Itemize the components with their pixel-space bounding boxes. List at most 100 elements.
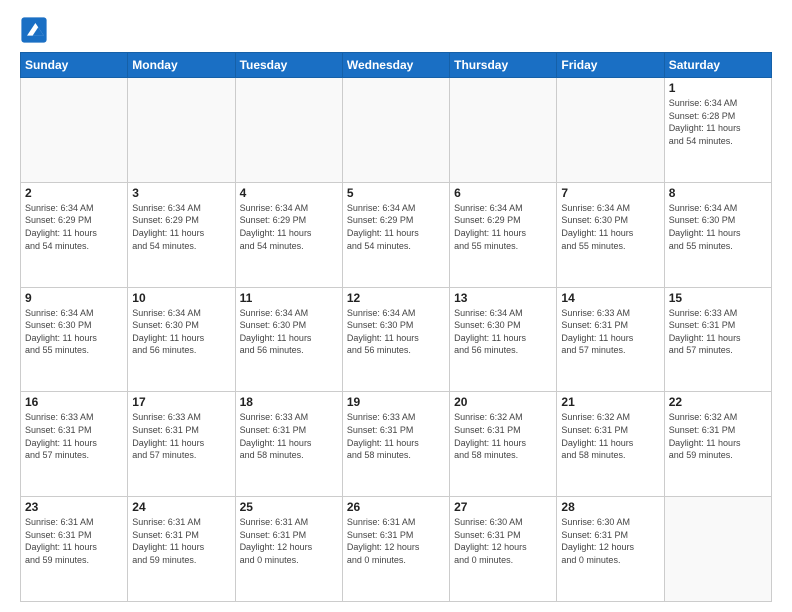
- day-number: 15: [669, 291, 767, 305]
- day-info: Sunrise: 6:33 AM Sunset: 6:31 PM Dayligh…: [347, 411, 445, 461]
- day-number: 18: [240, 395, 338, 409]
- calendar-cell: 5 Sunrise: 6:34 AM Sunset: 6:29 PM Daylig…: [342, 182, 449, 287]
- calendar-cell: 16Sunrise: 6:33 AM Sunset: 6:31 PM Dayli…: [21, 392, 128, 497]
- day-number: 10: [132, 291, 230, 305]
- calendar-cell: 21Sunrise: 6:32 AM Sunset: 6:31 PM Dayli…: [557, 392, 664, 497]
- calendar-cell: 10 Sunrise: 6:34 AM Sunset: 6:30 PM Dayli…: [128, 287, 235, 392]
- calendar-table: SundayMondayTuesdayWednesdayThursdayFrid…: [20, 52, 772, 602]
- calendar-cell: 27 Sunrise: 6:30 AM Sunset: 6:31 PM Dayli…: [450, 497, 557, 602]
- calendar-cell: 18 Sunrise: 6:33 AM Sunset: 6:31 PM Dayli…: [235, 392, 342, 497]
- calendar-cell: 23 Sunrise: 6:31 AM Sunset: 6:31 PM Dayli…: [21, 497, 128, 602]
- day-number: 17: [132, 395, 230, 409]
- calendar-cell: 7 Sunrise: 6:34 AM Sunset: 6:30 PM Daylig…: [557, 182, 664, 287]
- calendar-cell: 4 Sunrise: 6:34 AM Sunset: 6:29 PM Daylig…: [235, 182, 342, 287]
- calendar-cell: 25Sunrise: 6:31 AM Sunset: 6:31 PM Dayli…: [235, 497, 342, 602]
- weekday-header-friday: Friday: [557, 53, 664, 78]
- logo-icon: [20, 16, 48, 44]
- day-number: 23: [25, 500, 123, 514]
- day-number: 24: [132, 500, 230, 514]
- weekday-header-tuesday: Tuesday: [235, 53, 342, 78]
- day-info: Sunrise: 6:33 AM Sunset: 6:31 PM Dayligh…: [25, 411, 123, 461]
- day-number: 26: [347, 500, 445, 514]
- calendar-cell: 28Sunrise: 6:30 AM Sunset: 6:31 PM Dayli…: [557, 497, 664, 602]
- calendar-cell: 3 Sunrise: 6:34 AM Sunset: 6:29 PM Daylig…: [128, 182, 235, 287]
- day-info: Sunrise: 6:32 AM Sunset: 6:31 PM Dayligh…: [454, 411, 552, 461]
- calendar-cell: 13 Sunrise: 6:34 AM Sunset: 6:30 PM Dayli…: [450, 287, 557, 392]
- day-number: 1: [669, 81, 767, 95]
- calendar-week-2: 2 Sunrise: 6:34 AM Sunset: 6:29 PM Daylig…: [21, 182, 772, 287]
- weekday-header-wednesday: Wednesday: [342, 53, 449, 78]
- calendar-cell: [664, 497, 771, 602]
- day-info: Sunrise: 6:32 AM Sunset: 6:31 PM Dayligh…: [669, 411, 767, 461]
- day-number: 7: [561, 186, 659, 200]
- calendar-cell: 14 Sunrise: 6:33 AM Sunset: 6:31 PM Dayli…: [557, 287, 664, 392]
- day-number: 13: [454, 291, 552, 305]
- calendar-week-3: 9 Sunrise: 6:34 AM Sunset: 6:30 PM Daylig…: [21, 287, 772, 392]
- day-number: 19: [347, 395, 445, 409]
- day-info: Sunrise: 6:30 AM Sunset: 6:31 PM Dayligh…: [454, 516, 552, 566]
- day-number: 20: [454, 395, 552, 409]
- calendar-cell: [342, 78, 449, 183]
- day-number: 6: [454, 186, 552, 200]
- calendar-cell: [450, 78, 557, 183]
- day-number: 14: [561, 291, 659, 305]
- calendar-cell: 20 Sunrise: 6:32 AM Sunset: 6:31 PM Dayli…: [450, 392, 557, 497]
- day-info: Sunrise: 6:33 AM Sunset: 6:31 PM Dayligh…: [132, 411, 230, 461]
- calendar-header-row: SundayMondayTuesdayWednesdayThursdayFrid…: [21, 53, 772, 78]
- logo: [20, 16, 52, 44]
- calendar-cell: 2Sunrise: 6:34 AM Sunset: 6:29 PM Daylig…: [21, 182, 128, 287]
- day-info: Sunrise: 6:34 AM Sunset: 6:30 PM Dayligh…: [240, 307, 338, 357]
- weekday-header-monday: Monday: [128, 53, 235, 78]
- calendar-cell: [128, 78, 235, 183]
- day-number: 5: [347, 186, 445, 200]
- day-info: Sunrise: 6:34 AM Sunset: 6:30 PM Dayligh…: [454, 307, 552, 357]
- day-info: Sunrise: 6:34 AM Sunset: 6:29 PM Dayligh…: [347, 202, 445, 252]
- day-info: Sunrise: 6:33 AM Sunset: 6:31 PM Dayligh…: [240, 411, 338, 461]
- calendar-cell: 22 Sunrise: 6:32 AM Sunset: 6:31 PM Dayli…: [664, 392, 771, 497]
- day-number: 3: [132, 186, 230, 200]
- weekday-header-sunday: Sunday: [21, 53, 128, 78]
- day-info: Sunrise: 6:33 AM Sunset: 6:31 PM Dayligh…: [561, 307, 659, 357]
- weekday-header-saturday: Saturday: [664, 53, 771, 78]
- day-info: Sunrise: 6:34 AM Sunset: 6:29 PM Dayligh…: [454, 202, 552, 252]
- day-number: 8: [669, 186, 767, 200]
- day-number: 4: [240, 186, 338, 200]
- day-number: 21: [561, 395, 659, 409]
- day-info: Sunrise: 6:31 AM Sunset: 6:31 PM Dayligh…: [25, 516, 123, 566]
- day-info: Sunrise: 6:34 AM Sunset: 6:29 PM Dayligh…: [240, 202, 338, 252]
- weekday-header-thursday: Thursday: [450, 53, 557, 78]
- day-info: Sunrise: 6:34 AM Sunset: 6:30 PM Dayligh…: [132, 307, 230, 357]
- calendar-cell: 26 Sunrise: 6:31 AM Sunset: 6:31 PM Dayli…: [342, 497, 449, 602]
- day-number: 27: [454, 500, 552, 514]
- day-info: Sunrise: 6:34 AM Sunset: 6:30 PM Dayligh…: [25, 307, 123, 357]
- calendar-cell: 1 Sunrise: 6:34 AM Sunset: 6:28 PM Daylig…: [664, 78, 771, 183]
- day-info: Sunrise: 6:30 AM Sunset: 6:31 PM Dayligh…: [561, 516, 659, 566]
- calendar-cell: 19 Sunrise: 6:33 AM Sunset: 6:31 PM Dayli…: [342, 392, 449, 497]
- calendar-cell: 9 Sunrise: 6:34 AM Sunset: 6:30 PM Daylig…: [21, 287, 128, 392]
- calendar-cell: 17 Sunrise: 6:33 AM Sunset: 6:31 PM Dayli…: [128, 392, 235, 497]
- calendar-cell: 8 Sunrise: 6:34 AM Sunset: 6:30 PM Daylig…: [664, 182, 771, 287]
- calendar-cell: 6 Sunrise: 6:34 AM Sunset: 6:29 PM Daylig…: [450, 182, 557, 287]
- day-number: 12: [347, 291, 445, 305]
- calendar-week-5: 23 Sunrise: 6:31 AM Sunset: 6:31 PM Dayli…: [21, 497, 772, 602]
- calendar-cell: [21, 78, 128, 183]
- day-info: Sunrise: 6:34 AM Sunset: 6:29 PM Dayligh…: [132, 202, 230, 252]
- day-number: 11: [240, 291, 338, 305]
- day-info: Sunrise: 6:34 AM Sunset: 6:30 PM Dayligh…: [669, 202, 767, 252]
- day-number: 9: [25, 291, 123, 305]
- day-info: Sunrise: 6:34 AM Sunset: 6:30 PM Dayligh…: [561, 202, 659, 252]
- calendar-cell: 12 Sunrise: 6:34 AM Sunset: 6:30 PM Dayli…: [342, 287, 449, 392]
- calendar-week-4: 16Sunrise: 6:33 AM Sunset: 6:31 PM Dayli…: [21, 392, 772, 497]
- day-info: Sunrise: 6:34 AM Sunset: 6:28 PM Dayligh…: [669, 97, 767, 147]
- calendar-week-1: 1 Sunrise: 6:34 AM Sunset: 6:28 PM Daylig…: [21, 78, 772, 183]
- day-info: Sunrise: 6:31 AM Sunset: 6:31 PM Dayligh…: [132, 516, 230, 566]
- calendar-cell: [235, 78, 342, 183]
- day-number: 2: [25, 186, 123, 200]
- calendar-cell: 15Sunrise: 6:33 AM Sunset: 6:31 PM Dayli…: [664, 287, 771, 392]
- day-info: Sunrise: 6:34 AM Sunset: 6:30 PM Dayligh…: [347, 307, 445, 357]
- header: [20, 16, 772, 44]
- day-info: Sunrise: 6:31 AM Sunset: 6:31 PM Dayligh…: [347, 516, 445, 566]
- day-number: 22: [669, 395, 767, 409]
- calendar-cell: [557, 78, 664, 183]
- day-number: 25: [240, 500, 338, 514]
